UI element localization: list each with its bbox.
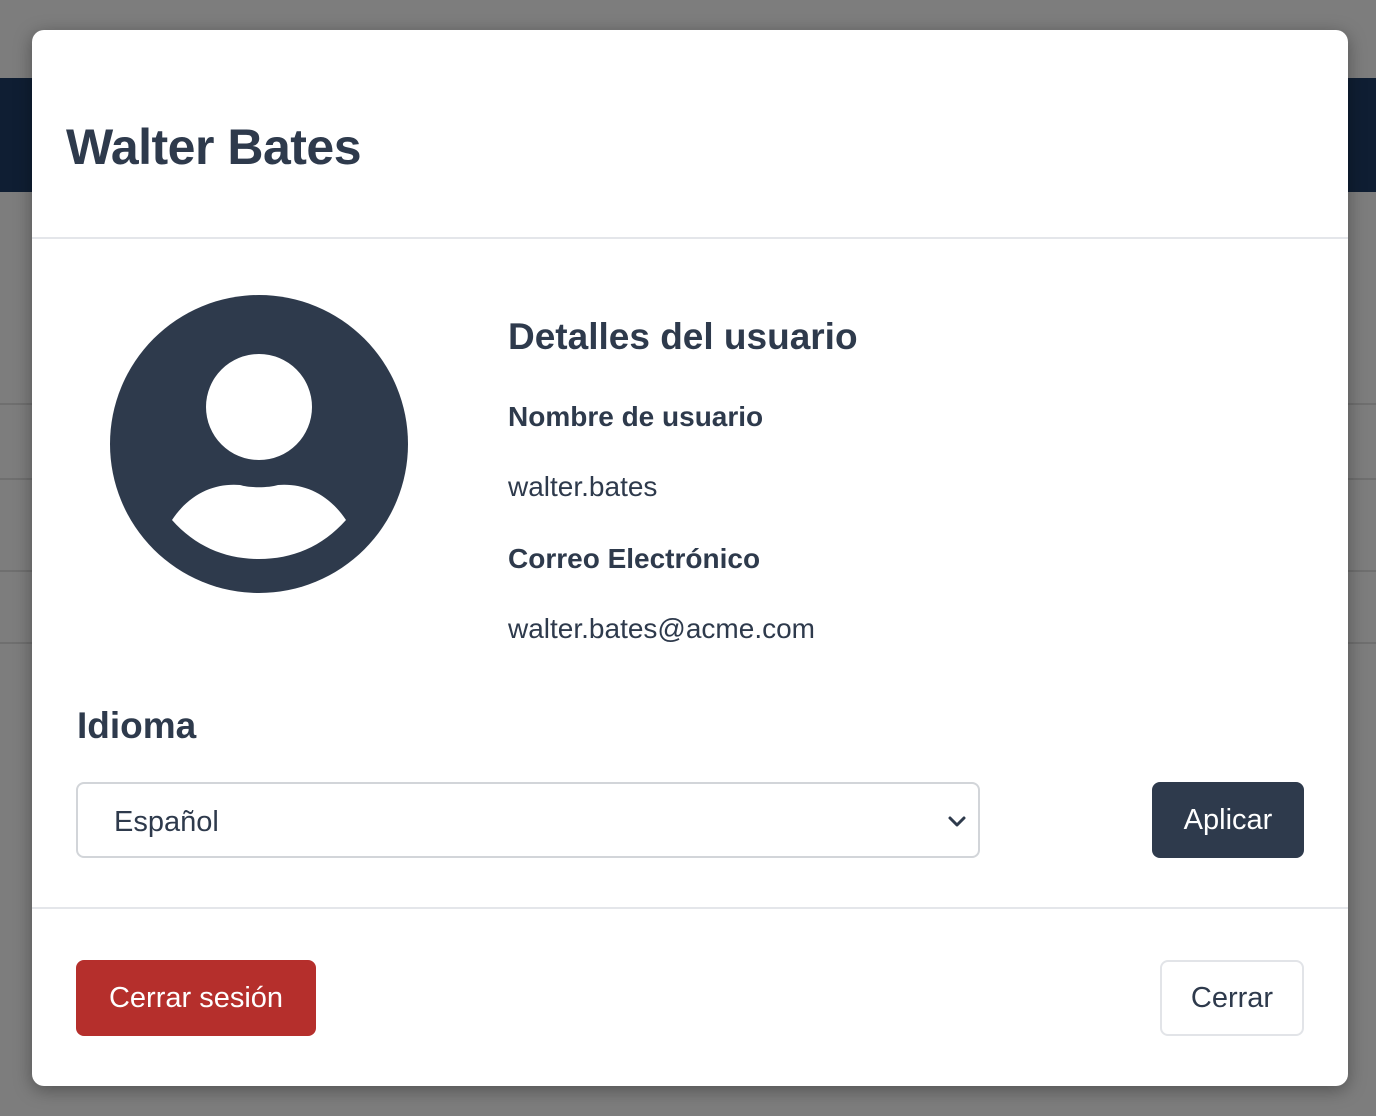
footer-divider [32,907,1348,909]
language-heading: Idioma [77,705,197,746]
modal-header: Walter Bates [32,30,1348,239]
apply-language-button[interactable]: Aplicar [1152,782,1304,858]
user-circle-icon [110,295,408,593]
chevron-down-icon [948,816,966,827]
modal-title: Walter Bates [66,119,362,175]
username-value: walter.bates [508,471,658,502]
language-selected-value: Español [114,806,219,838]
logout-button[interactable]: Cerrar sesión [76,960,316,1036]
email-label: Correo Electrónico [508,543,761,574]
user-details-heading: Detalles del usuario [508,316,858,357]
email-value: walter.bates@acme.com [508,613,815,644]
close-button[interactable]: Cerrar [1160,960,1304,1036]
user-profile-modal: Walter Bates Detalles del usuario Nombre… [32,30,1348,1086]
language-select[interactable]: Español [76,782,980,858]
username-label: Nombre de usuario [508,401,764,432]
